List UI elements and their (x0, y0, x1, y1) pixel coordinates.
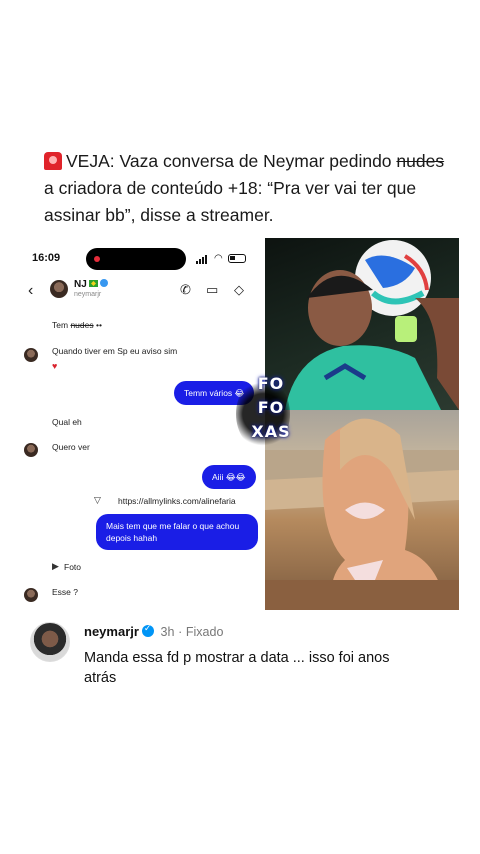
tag-icon[interactable]: ◇ (234, 282, 244, 298)
message-received-2: Quando tiver em Sp eu aviso sim (52, 346, 178, 356)
brazil-flag-icon (88, 280, 98, 287)
contact-name[interactable]: NJ (74, 279, 108, 290)
chat-header: ‹ NJ neymarjr ✆ ▭ ◇ (14, 276, 264, 306)
verified-icon (99, 279, 108, 287)
comment-header: neymarjr 3h · Fixado (84, 623, 224, 639)
chat-screenshot: 16:09 ◠ ‹ NJ neymarjr ✆ ▭ ◇ Tem nudes ••… (14, 240, 264, 610)
headline-strike-word: nudes (396, 151, 445, 171)
contact-username: neymarjr (74, 291, 102, 298)
heart-icon: ♥ (52, 361, 58, 371)
phone-icon[interactable]: ✆ (180, 282, 191, 298)
sender-avatar (24, 588, 38, 602)
battery-icon (228, 254, 246, 263)
watermark-logo: FO FO XAS (251, 374, 291, 441)
siren-icon (44, 152, 62, 170)
message-received-5: Esse ? (52, 587, 78, 597)
comment-time: 3h (160, 625, 175, 639)
message-sent-3: Mais tem que me falar o que achou depois… (96, 514, 258, 550)
verified-icon (141, 623, 154, 637)
post-headline: VEJA: Vaza conversa de Neymar pedindo nu… (44, 148, 454, 229)
back-arrow-icon[interactable]: ‹ (28, 282, 33, 300)
message-link[interactable]: https://allmylinks.com/alinefaria (118, 496, 236, 506)
sender-avatar (24, 443, 38, 457)
message-received-3: Qual eh (52, 417, 82, 427)
link-icon: ▽ (94, 495, 101, 505)
contact-avatar[interactable] (50, 280, 68, 298)
comment-username[interactable]: neymarjr (84, 624, 139, 639)
wifi-icon: ◠ (214, 253, 223, 264)
headline-part1: VEJA: Vaza conversa de Neymar pedindo (66, 151, 392, 171)
recording-dot-icon (94, 256, 100, 262)
play-icon[interactable]: ▶ (52, 561, 59, 572)
sender-avatar (24, 348, 38, 362)
comment-pinned-label: Fixado (185, 625, 224, 639)
message-received-1: Tem nudes •• (52, 320, 102, 330)
headline-part2: a criadora de conteúdo +18: “Pra ver vai… (44, 178, 417, 225)
comment-avatar[interactable] (30, 622, 70, 662)
status-bar: 16:09 ◠ (14, 248, 264, 270)
signal-icon (196, 254, 210, 264)
status-time: 16:09 (32, 252, 61, 264)
message-sent-2: Aiii 😂😂 (202, 465, 256, 489)
comment-text: Manda essa fd p mostrar a data ... isso … (84, 650, 390, 686)
video-icon[interactable]: ▭ (206, 282, 218, 298)
message-photo[interactable]: Foto (64, 562, 81, 572)
message-received-4: Quero ver (52, 442, 90, 452)
dynamic-island (86, 248, 186, 270)
